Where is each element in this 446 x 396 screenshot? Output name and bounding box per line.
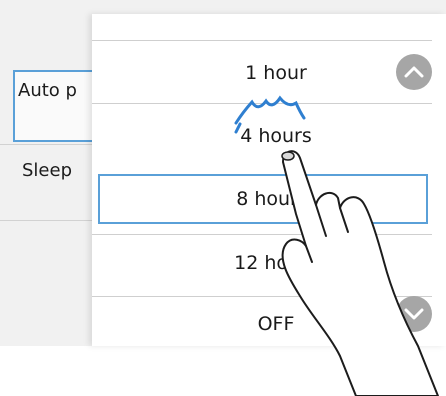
scroll-up-button[interactable]	[396, 54, 432, 90]
divider	[92, 234, 432, 235]
divider	[92, 103, 432, 104]
scroll-down-button[interactable]	[396, 296, 432, 332]
screen: Auto p Sleep 1 hour 4 hours 8 hours 12 h…	[0, 0, 446, 396]
option-label: 1 hour	[245, 62, 307, 84]
option-4-hours[interactable]: 4 hours	[92, 111, 432, 161]
time-picker[interactable]: 1 hour 4 hours 8 hours 12 hours OFF	[92, 14, 446, 346]
option-label: 4 hours	[240, 125, 312, 147]
sleep-label[interactable]: Sleep	[22, 160, 72, 181]
option-label: 8 hours	[236, 188, 308, 210]
auto-power-label: Auto p	[18, 80, 77, 101]
divider	[92, 296, 432, 297]
chevron-up-icon	[404, 66, 424, 78]
option-label: 12 hours	[234, 252, 318, 274]
option-8-hours[interactable]: 8 hours	[98, 174, 428, 224]
option-off[interactable]: OFF	[92, 302, 432, 346]
option-12-hours[interactable]: 12 hours	[92, 238, 432, 288]
chevron-down-icon	[404, 308, 424, 320]
option-1-hour[interactable]: 1 hour	[92, 48, 432, 98]
option-label: OFF	[257, 313, 295, 335]
divider	[92, 40, 432, 41]
